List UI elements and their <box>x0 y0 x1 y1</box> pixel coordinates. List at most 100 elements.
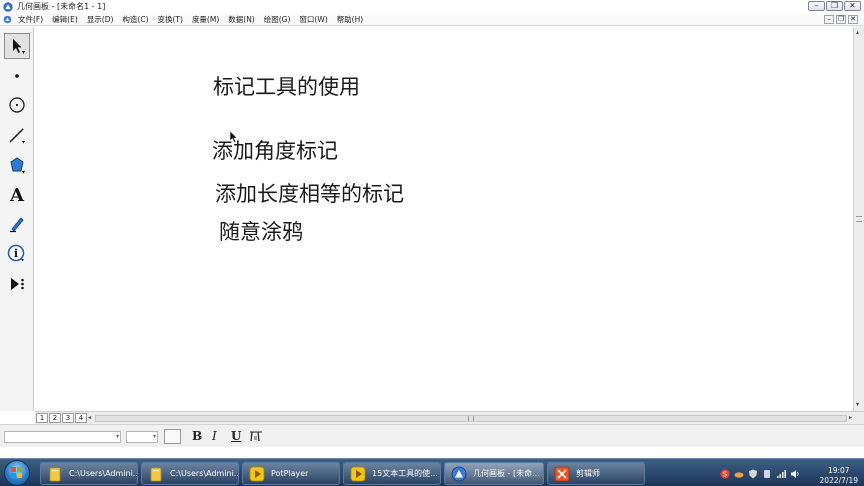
taskbar-label: C:\Users\Admini... <box>69 469 137 478</box>
horizontal-scroll-grip[interactable] <box>468 416 474 421</box>
doc-minimize-button[interactable]: – <box>824 15 834 24</box>
taskbar-button-explorer-2[interactable]: C:\Users\Admini... <box>141 462 239 485</box>
vertical-scroll-grip[interactable] <box>856 216 862 222</box>
information-glyph: i <box>14 247 18 260</box>
taskbar-button-editor[interactable]: 剪辑师 <box>547 462 645 485</box>
document-icon[interactable] <box>3 15 12 24</box>
page-tab-4[interactable]: 4 <box>75 413 87 423</box>
text-format-toolbar: ▾ ▾ B I U <box>0 424 864 447</box>
page-tab-3[interactable]: 3 <box>62 413 74 423</box>
volume-icon[interactable] <box>790 469 800 479</box>
system-tray: S 19:07 2022/7/19 <box>720 462 864 485</box>
bold-button[interactable]: B <box>192 429 202 444</box>
vertical-scrollbar[interactable]: ▴ ▾ <box>853 27 864 411</box>
italic-button[interactable]: I <box>212 429 217 444</box>
minimize-button[interactable]: – <box>808 1 825 11</box>
information-icon: i <box>7 244 25 262</box>
straightedge-icon <box>9 128 25 144</box>
windows-logo-icon <box>11 467 22 478</box>
underline-button[interactable]: U <box>231 429 241 444</box>
clock-date: 2022/7/19 <box>819 476 858 485</box>
sogou-input-icon[interactable]: S <box>720 469 730 479</box>
polygon-icon <box>10 157 25 174</box>
menu-number[interactable]: 数据(N) <box>228 14 254 25</box>
menu-file[interactable]: 文件(F) <box>18 14 43 25</box>
scroll-left-button[interactable]: ◂ <box>88 414 91 421</box>
arrow-select-icon <box>13 39 25 54</box>
close-button[interactable]: ✕ <box>844 1 861 11</box>
taskbar-button-potplayer[interactable]: PotPlayer <box>242 462 340 485</box>
tool-compass[interactable] <box>4 92 30 118</box>
geometry-sketchpad-icon <box>3 1 13 12</box>
menu-construct[interactable]: 构造(C) <box>122 14 148 25</box>
potplayer-icon <box>350 466 366 481</box>
taskbar-label: PotPlayer <box>271 469 309 478</box>
font-family-select[interactable]: ▾ <box>4 431 121 443</box>
canvas-text-title[interactable]: 标记工具的使用 <box>213 71 360 101</box>
tool-polygon[interactable] <box>4 152 30 178</box>
restore-button[interactable]: ❐ <box>826 1 843 11</box>
tool-arrow-select[interactable] <box>4 33 30 59</box>
taskbar-button-video[interactable]: 15文本工具的使... <box>343 462 441 485</box>
potplayer-icon <box>249 466 265 481</box>
chevron-down-icon: ▾ <box>115 433 119 440</box>
taskbar-label: 剪辑师 <box>576 469 600 478</box>
menu-graph[interactable]: 绘图(G) <box>264 14 291 25</box>
point-icon <box>15 74 19 78</box>
network-icon[interactable] <box>776 469 786 479</box>
menu-help[interactable]: 帮助(H) <box>337 14 364 25</box>
text-color-button[interactable] <box>164 429 181 444</box>
folder-icon <box>49 467 61 481</box>
font-size-select[interactable]: ▾ <box>126 431 158 443</box>
window-controls: – ❐ ✕ <box>808 1 861 11</box>
cloud-icon[interactable] <box>734 469 744 479</box>
scroll-down-button[interactable]: ▾ <box>856 401 859 408</box>
page-tab-2[interactable]: 2 <box>49 413 61 423</box>
video-editor-icon <box>554 466 570 481</box>
folder-icon <box>150 467 162 481</box>
page-tab-1[interactable]: 1 <box>36 413 48 423</box>
page-bar: 1 2 3 4 ◂ ▸ <box>35 411 864 424</box>
menu-window[interactable]: 窗口(W) <box>299 14 327 25</box>
toolbox: A i <box>0 27 34 411</box>
tool-marker[interactable] <box>4 211 30 237</box>
horizontal-scrollbar[interactable] <box>95 415 847 422</box>
security-shield-icon[interactable] <box>748 469 758 479</box>
app-window: 几何画板 - [未命名1 - 1] – ❐ ✕ 文件(F) 编辑(E) 显示(D… <box>0 0 864 486</box>
tool-information[interactable]: i <box>4 241 30 267</box>
sketch-canvas[interactable]: 标记工具的使用 添加角度标记 添加长度相等的标记 随意涂鸦 <box>35 27 853 411</box>
doc-restore-button[interactable]: ❐ <box>836 15 846 24</box>
canvas-text-doodle[interactable]: 随意涂鸦 <box>219 216 303 246</box>
taskbar-button-explorer-1[interactable]: C:\Users\Admini... <box>40 462 138 485</box>
window-title: 几何画板 - [未命名1 - 1] <box>17 2 106 11</box>
marker-icon <box>10 217 24 233</box>
chevron-down-icon: ▾ <box>152 433 156 440</box>
doc-close-button[interactable]: ✕ <box>848 15 858 24</box>
menu-bar: 文件(F) 编辑(E) 显示(D) 构造(C) 变换(T) 度量(M) 数据(N… <box>0 13 864 26</box>
document-controls: – ❐ ✕ <box>824 15 858 24</box>
tool-point[interactable] <box>4 63 30 89</box>
canvas-text-equal-length-marker[interactable]: 添加长度相等的标记 <box>215 178 404 208</box>
compass-icon <box>9 97 25 113</box>
system-clock[interactable]: 19:07 2022/7/19 <box>820 466 858 486</box>
tool-custom[interactable] <box>4 271 30 297</box>
taskbar-label: 15文本工具的使... <box>372 469 438 478</box>
scroll-up-button[interactable]: ▴ <box>856 29 859 36</box>
taskbar-label: 几何画板 - [未命... <box>473 469 540 478</box>
svg-text:S: S <box>723 470 728 478</box>
taskbar-label: C:\Users\Admini... <box>170 469 238 478</box>
taskbar: C:\Users\Admini... C:\Users\Admini... Po… <box>0 458 864 486</box>
start-button[interactable] <box>4 460 30 486</box>
taskbar-button-sketchpad[interactable]: 几何画板 - [未命... <box>444 462 544 485</box>
menu-edit[interactable]: 编辑(E) <box>52 14 78 25</box>
menu-transform[interactable]: 变换(T) <box>158 14 183 25</box>
device-icon[interactable] <box>762 469 772 479</box>
menu-measure[interactable]: 度量(M) <box>192 14 219 25</box>
math-symbol-icon[interactable] <box>248 429 264 444</box>
tool-text[interactable]: A <box>4 182 30 208</box>
menu-display[interactable]: 显示(D) <box>87 14 114 25</box>
tool-straightedge[interactable] <box>4 122 30 148</box>
scroll-right-button[interactable]: ▸ <box>849 414 852 421</box>
custom-tool-icon <box>11 278 24 290</box>
clock-time: 19:07 <box>827 466 850 475</box>
